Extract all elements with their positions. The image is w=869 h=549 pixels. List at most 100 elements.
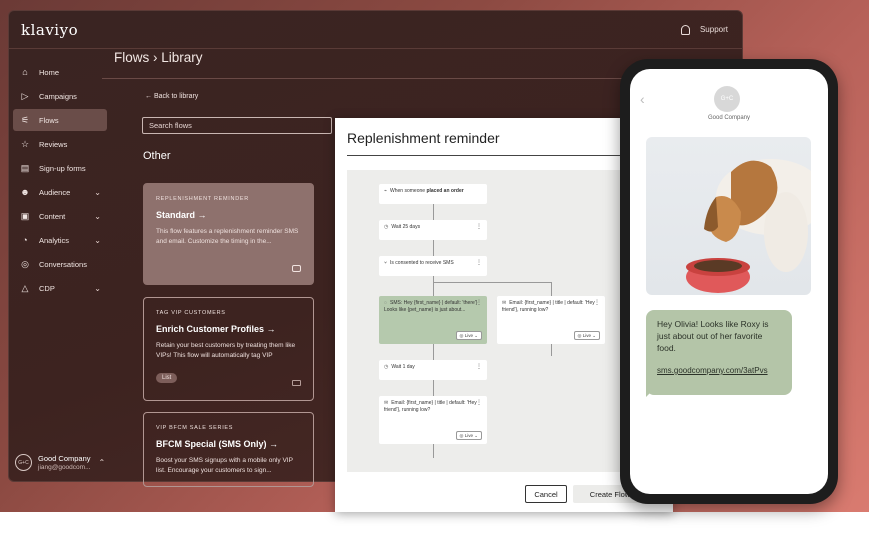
sidebar-item-conversations[interactable]: ◎ Conversations [13,253,107,275]
connector [433,444,434,458]
card-eyebrow: TAG VIP CUSTOMERS [156,310,226,316]
content-icon: ▣ [20,210,30,221]
more-icon[interactable]: ⋮ [476,300,482,307]
flow-icon: ⚟ [20,114,30,125]
trigger-node[interactable]: ⌁ When someone placed an order [379,184,487,204]
chevron-down-icon[interactable]: ⌄ [94,236,101,245]
card-title: Enrich Customer Profiles → [156,324,276,334]
split-node[interactable]: ⑂ Is consented to receive SMS ⋮ [379,256,487,276]
wait-node[interactable]: ◷ Wait 1 day ⋮ [379,360,487,380]
live-status-select[interactable]: ◎ Live ⌄ [455,331,482,340]
sidebar-item-label: Content [39,211,66,221]
sidebar-item-label: Flows [39,115,59,125]
more-icon[interactable]: ⋮ [476,400,482,407]
more-icon[interactable]: ⋮ [476,224,482,231]
sidebar-item-cdp[interactable]: △ CDP ⌄ [13,277,107,299]
chat-icon: ◎ [21,258,29,269]
card-description: Retain your best customers by treating t… [156,342,296,359]
live-status-select[interactable]: ◎ Live ⌄ [455,431,482,440]
tag-badge: List [156,373,178,383]
sms-icon [292,265,301,272]
chevron-down-icon[interactable]: ⌄ [94,212,101,221]
sidebar-item-label: Analytics [39,235,70,245]
sidebar-item-label: Reviews [39,139,68,149]
sidebar-item-label: Audience [39,187,71,197]
search-input[interactable]: Search flows [142,117,332,134]
divider [347,155,663,156]
cancel-button[interactable]: Cancel [525,485,567,503]
phone-mockup: ‹ G+C Good Company Hey Olivia! Looks lik… [620,59,838,504]
email-label: Email: {first_name} | title | default: '… [384,400,477,413]
email-node[interactable]: ✉ Email: {first_name} | title | default: … [379,396,487,444]
message-link[interactable]: sms.goodcompany.com/3atPvs [657,365,781,377]
clock-icon: ◷ [384,364,389,370]
connector [551,344,552,356]
card-title: BFCM Special (SMS Only) → [156,439,279,449]
more-icon[interactable]: ⋮ [476,364,482,371]
people-icon: ☻ [20,187,30,197]
star-icon: ☆ [20,138,30,149]
sidebar-item-flows[interactable]: ⚟ Flows [13,109,107,131]
wait-node[interactable]: ◷ Wait 25 days ⋮ [379,220,487,240]
sidebar-item-campaigns[interactable]: ▷ Campaigns [13,85,107,107]
card-eyebrow: REPLENISHMENT REMINDER [156,196,249,202]
sms-icon: ◌ [384,300,387,306]
back-chevron-icon[interactable]: ‹ [640,91,645,107]
account-email: jiang@goodcom... [38,464,91,471]
account-switcher[interactable]: G+C Good Company jiang@goodcom... ⌃ [15,454,105,471]
avatar: G+C [714,86,740,112]
connector [433,240,434,256]
card-eyebrow: VIP BFCM SALE SERIES [156,425,234,431]
email-node[interactable]: ✉ Email: {first_name} | title | default: … [497,296,605,344]
connector [433,282,551,283]
sidebar-item-label: Campaigns [39,91,77,101]
clock-icon: ◷ [384,224,389,230]
trigger-text: When someone [390,188,427,194]
sidebar-item-sign-up-forms[interactable]: ▤ Sign-up forms [13,157,107,179]
wait-label: Wait 1 day [391,364,415,370]
message-text: Hey Olivia! Looks like Roxy is just abou… [657,319,769,353]
sms-node[interactable]: ◌ SMS: Hey {first_name} | default: 'there… [379,296,487,344]
sidebar-item-reviews[interactable]: ☆ Reviews [13,133,107,155]
flow-card[interactable]: VIP BFCM SALE SERIES BFCM Special (SMS O… [143,412,314,487]
analytics-icon: ◔ [22,235,28,245]
panel-title: Replenishment reminder [347,130,500,146]
sms-label: SMS: Hey {first_name} | default: 'there'… [384,300,478,313]
top-bar: klaviyo Support [9,11,742,49]
chevron-down-icon[interactable]: ⌄ [94,188,101,197]
card-title: Standard → [156,210,207,220]
trigger-icon: ⌁ [384,188,388,194]
support-area: Support [680,24,728,35]
send-icon: ▷ [21,90,29,101]
connector [551,282,552,296]
chevron-updown-icon: ⌃ [98,458,106,467]
back-to-library-link[interactable]: ← Back to library [145,93,198,100]
sidebar-item-label: Conversations [39,259,87,269]
wait-label: Wait 25 days [391,224,421,230]
more-icon[interactable]: ⋮ [594,300,600,307]
list-icon [292,380,301,386]
trigger-event: placed an order [426,188,464,194]
live-status-select[interactable]: ◎ Live ⌄ [573,331,600,340]
sidebar-item-analytics[interactable]: ◔ Analytics ⌄ [13,229,107,251]
support-link[interactable]: Support [700,25,728,34]
bell-icon[interactable] [680,24,690,35]
email-label: Email: {first_name} | title | default: '… [502,300,595,313]
sidebar-item-audience[interactable]: ☻ Audience ⌄ [13,181,107,203]
flow-card[interactable]: REPLENISHMENT REMINDER Standard → This f… [143,183,314,285]
dog-photo [646,137,811,295]
section-title: Other [143,150,171,162]
split-label: Is consented to receive SMS [390,260,454,266]
sidebar-item-home[interactable]: ⌂ Home [13,61,107,83]
logo[interactable]: klaviyo [21,21,78,39]
connector [433,204,434,220]
flow-card[interactable]: TAG VIP CUSTOMERS Enrich Customer Profil… [143,297,314,401]
sms-message-bubble: Hey Olivia! Looks like Roxy is just abou… [646,310,792,395]
flow-canvas: ⌁ When someone placed an order ◷ Wait 25 d… [347,170,663,472]
more-icon[interactable]: ⋮ [476,260,482,267]
sidebar-item-label: CDP [39,283,55,293]
sidebar-item-content[interactable]: ▣ Content ⌄ [13,205,107,227]
chevron-down-icon[interactable]: ⌄ [94,284,101,293]
avatar: G+C [15,454,32,471]
phone-screen: ‹ G+C Good Company Hey Olivia! Looks lik… [630,69,828,494]
